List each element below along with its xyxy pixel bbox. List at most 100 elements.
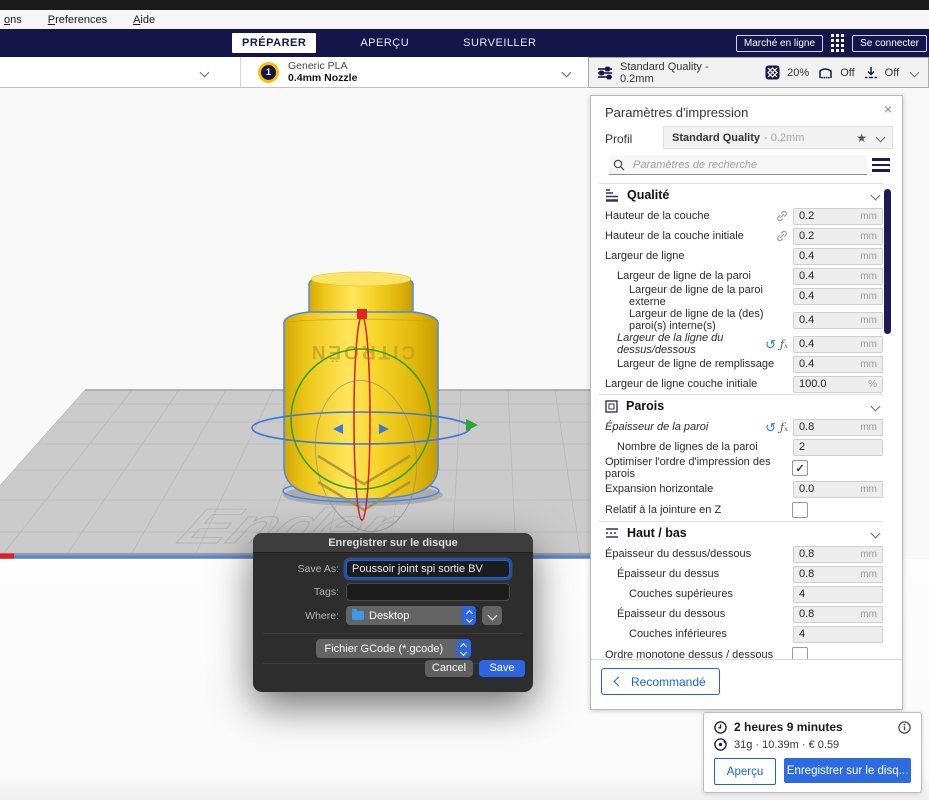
revert-icon[interactable]: ↺ [765,338,776,351]
setting-label: Expansion horizontale [605,483,793,495]
apps-grid-icon[interactable] [831,34,844,52]
setting-value-field[interactable]: 4 [793,626,883,643]
setting-row[interactable]: Largeur de ligne de la (des) paroi(s) in… [599,306,883,334]
setting-row[interactable]: Épaisseur de la paroi↺ƒₓ0.8mm [599,417,883,437]
section-header[interactable]: Parois [599,395,883,417]
setting-unit: mm [860,422,877,433]
cancel-button[interactable]: Cancel [425,660,473,677]
setting-row[interactable]: Largeur de ligne couche initiale100.0% [599,374,883,394]
material-selector[interactable]: 1 Generic PLA 0.4mm Nozzle [241,57,590,87]
file-format-value: Fichier GCode (*.gcode) [325,643,444,655]
preview-button[interactable]: Aperçu [714,758,776,785]
printer-selector[interactable] [0,57,241,87]
setting-row[interactable]: Épaisseur du dessus/dessous0.8mm [599,544,883,564]
material-spool-icon [714,738,727,751]
setting-value-field[interactable]: 100.0% [793,376,883,393]
chevron-down-icon[interactable] [871,401,881,411]
save-button[interactable]: Save [479,660,525,677]
setting-unit: mm [860,271,877,282]
section-header[interactable]: Haut / bas [599,522,883,544]
sign-in-button[interactable]: Se connecter [852,35,927,52]
setting-row[interactable]: Expansion horizontale0.0mm [599,479,883,499]
file-format-dropdown[interactable]: Fichier GCode (*.gcode) [316,639,471,658]
setting-value-field[interactable]: 0.8mm [793,606,883,623]
setting-value: 0.2 [799,230,814,242]
search-input[interactable] [631,158,863,172]
close-icon[interactable]: × [884,101,892,117]
chevron-down-icon[interactable] [871,528,881,538]
menu-item-aide[interactable]: Aide [133,14,155,26]
setting-row[interactable]: Hauteur de la couche0.2mm [599,206,883,226]
tab-préparer[interactable]: PRÉPARER [232,33,316,53]
setting-row[interactable]: Largeur de la ligne du dessus/dessous↺ƒₓ… [599,334,883,354]
search-icon [613,159,625,171]
setting-row[interactable]: Relatif à la jointure en Z [599,499,883,521]
setting-value-field[interactable]: 0.4mm [793,248,883,265]
profile-dropdown[interactable]: Standard Quality - 0.2mm ★ [663,126,893,149]
top-navigation-bar: PRÉPARER APERÇU SURVEILLER Marché en ligne… [0,29,929,57]
print-time-estimate: 2 heures 9 minutes [734,720,843,734]
star-icon[interactable]: ★ [856,131,867,145]
setting-row[interactable]: Largeur de ligne de remplissage0.4mm [599,354,883,374]
setting-row[interactable]: Hauteur de la couche initiale0.2mm [599,226,883,246]
setting-row[interactable]: Couches inférieures4 [599,624,883,644]
setting-value: 2 [799,441,805,453]
setting-unit: mm [860,339,877,350]
setting-value-field[interactable]: 0.4mm [793,336,883,353]
tags-input[interactable] [346,583,510,601]
tab-surveiller[interactable]: SURVEILLER [453,33,546,53]
chevron-down-icon[interactable] [871,190,881,200]
setting-value-field[interactable]: 0.2mm [793,208,883,225]
marketplace-button[interactable]: Marché en ligne [736,35,823,52]
section-name: Qualité [627,188,669,202]
settings-menu-icon[interactable] [872,158,890,172]
filename-input[interactable] [346,560,510,578]
setting-row[interactable]: Épaisseur du dessous0.8mm [599,604,883,624]
setting-unit: mm [860,359,877,370]
panel-scrollbar[interactable] [884,189,891,334]
setting-checkbox[interactable] [792,502,808,518]
dialog-titlebar[interactable]: Enregistrer sur le disque [253,533,533,553]
menu-item-preferences[interactable]: Preferences [48,14,107,26]
menu-item-ons[interactable]: ons [4,14,22,26]
settings-search[interactable] [609,155,867,175]
revert-icon[interactable]: ↺ [765,421,776,434]
setting-value-field[interactable]: 0.2mm [793,228,883,245]
info-icon[interactable] [898,721,911,734]
chevron-down-icon[interactable] [910,68,920,78]
link-icon [776,210,788,222]
setting-label: Largeur de ligne de la paroi [617,270,793,282]
expand-dialog-button[interactable] [482,606,502,625]
print-setup-summary[interactable]: Standard Quality - 0.2mm 20% Off Off [588,57,929,88]
setting-row[interactable]: Nombre de lignes de la paroi2 [599,437,883,457]
setting-value-field[interactable]: 0.0mm [793,481,883,498]
where-dropdown[interactable]: Desktop [346,606,476,625]
setting-value-field[interactable]: 0.4mm [793,268,883,285]
section-header[interactable]: Qualité [599,184,883,206]
setting-value-field[interactable]: 2 [793,439,883,456]
setting-value-field[interactable]: 0.8mm [793,566,883,583]
recommended-mode-button[interactable]: Recommandé [601,668,720,695]
setting-row[interactable]: Épaisseur du dessus0.8mm [599,564,883,584]
panel-title: Paramètres d'impression [605,105,748,120]
setting-value-field[interactable]: 4 [793,586,883,603]
setting-value-field[interactable]: 0.4mm [793,312,883,329]
setting-row[interactable]: Largeur de ligne0.4mm [599,246,883,266]
setting-value-field[interactable]: 0.4mm [793,288,883,305]
dialog-title: Enregistrer sur le disque [328,537,458,549]
save-to-disk-button[interactable]: Enregistrer sur le disq... [784,758,911,783]
setting-value-field[interactable]: 0.8mm [793,546,883,563]
setting-label: Largeur de ligne [605,250,793,262]
setting-value-field[interactable]: 0.8mm [793,419,883,436]
gizmo-red-handle[interactable] [357,309,367,319]
setting-value-field[interactable]: 0.4mm [793,356,883,373]
setting-row[interactable]: Couches supérieures4 [599,584,883,604]
chevron-left-icon [614,677,624,687]
setting-row[interactable]: Largeur de ligne de la paroi externe0.4m… [599,286,883,306]
tab-aperçu[interactable]: APERÇU [350,33,419,53]
setting-row[interactable]: Ordre monotone dessus / dessous [599,644,883,660]
setting-checkbox[interactable]: ✓ [792,460,808,476]
profile-label: Profil [605,132,632,146]
print-settings-panel: Paramètres d'impression × Profil Standar… [590,95,903,710]
setting-row[interactable]: Optimiser l'ordre d'impression des paroi… [599,457,883,479]
